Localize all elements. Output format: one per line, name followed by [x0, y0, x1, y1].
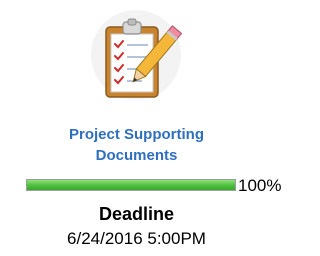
progress-percent: 100% [238, 176, 282, 195]
progress-row: 100% [26, 176, 281, 195]
project-card[interactable]: Project Supporting Documents 100% Deadli… [0, 0, 281, 256]
clipboard-checklist-pencil-icon [90, 9, 182, 113]
title-line-1: Project Supporting [69, 126, 204, 143]
title-line-2: Documents [95, 147, 178, 164]
document-title-link[interactable]: Project Supporting Documents [0, 124, 273, 166]
deadline-label: Deadline [98, 204, 175, 224]
progress-bar-fill [27, 180, 235, 190]
progress-bar [26, 179, 236, 191]
deadline-date: 6/24/2016 5:00PM [67, 229, 206, 248]
